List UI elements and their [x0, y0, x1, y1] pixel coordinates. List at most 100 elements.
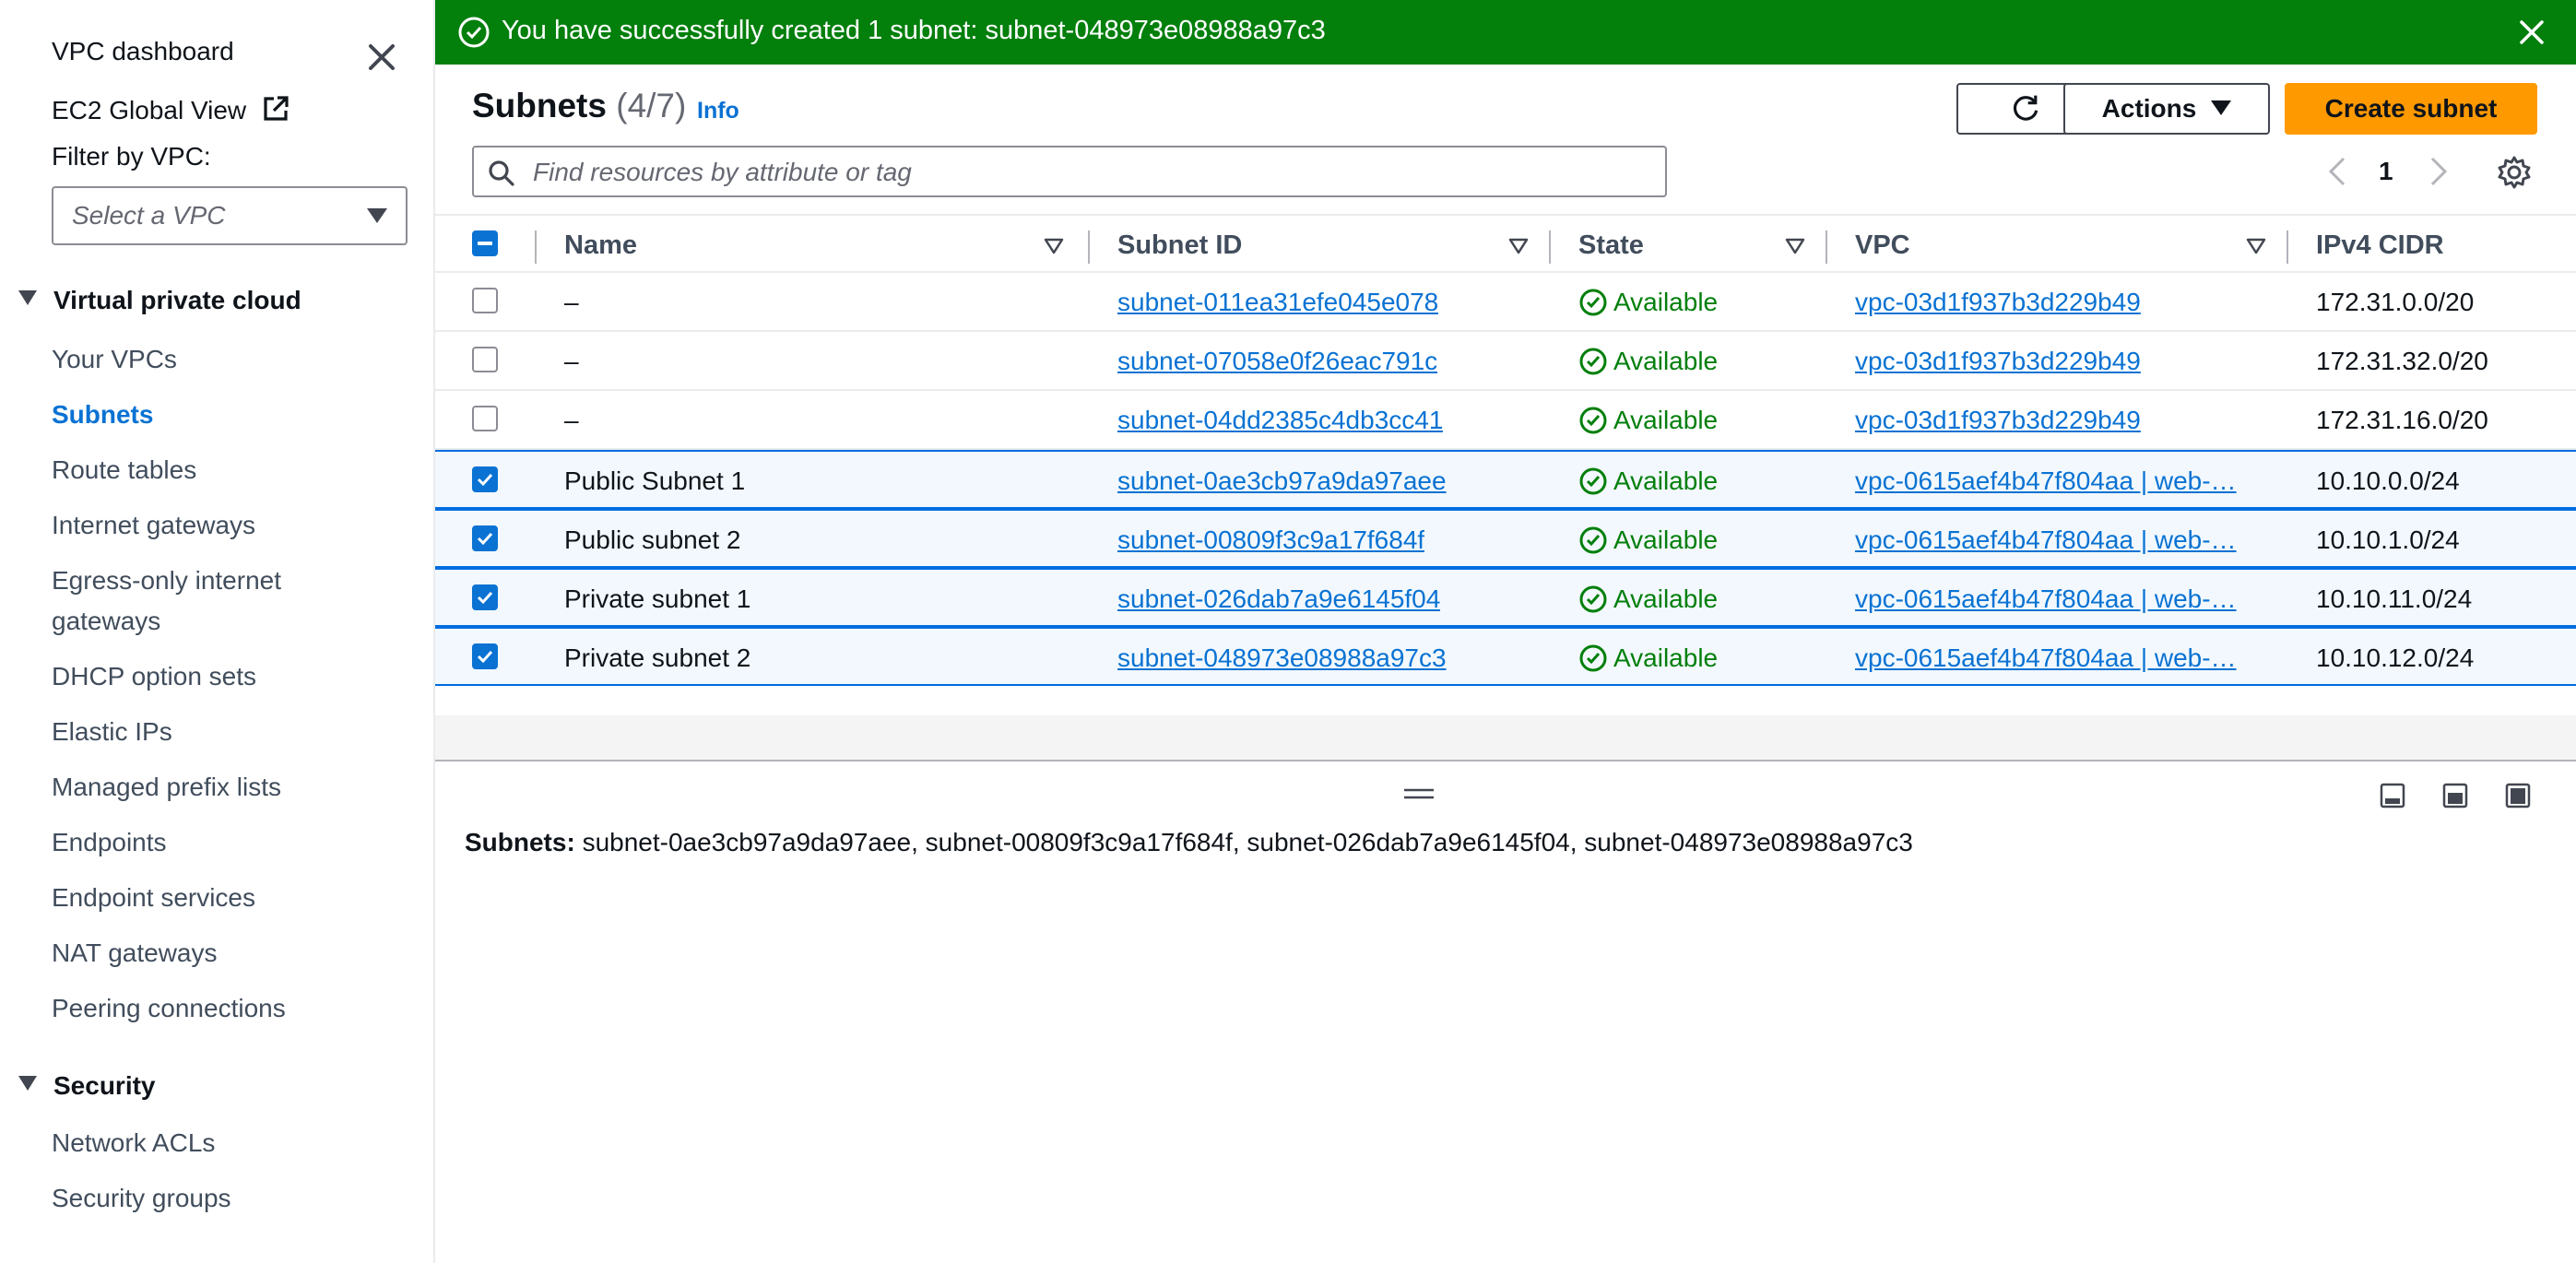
vpc-link[interactable]: vpc-0615aef4b47f804aa | web-… — [1855, 643, 2237, 673]
row-checkbox[interactable] — [472, 406, 498, 431]
nav-item-managed-prefix-lists[interactable]: Managed prefix lists — [52, 767, 281, 808]
section-title: Security — [53, 1071, 156, 1100]
search-icon — [489, 160, 514, 186]
nav-item-peering-connections[interactable]: Peering connections — [52, 988, 286, 1029]
row-checkbox[interactable] — [472, 466, 498, 492]
split-panel-bottom-icon[interactable] — [2379, 782, 2406, 809]
sort-icon[interactable] — [2246, 238, 2266, 254]
resize-handle-icon[interactable] — [1403, 787, 1435, 800]
vpc-link[interactable]: vpc-03d1f937b3d229b49 — [1855, 288, 2141, 317]
cell-state: Available — [1578, 466, 1718, 496]
table-row[interactable]: Public Subnet 1 subnet-0ae3cb97a9da97aee A… — [435, 450, 2576, 509]
vpc-link[interactable]: vpc-03d1f937b3d229b49 — [1855, 406, 2141, 435]
vpc-link[interactable]: vpc-0615aef4b47f804aa | web-… — [1855, 466, 2237, 496]
split-panel-side-icon[interactable] — [2441, 782, 2469, 809]
column-header-vpc[interactable]: VPC — [1855, 230, 1910, 261]
status-available-icon — [1579, 289, 1607, 316]
row-checkbox[interactable] — [472, 525, 498, 551]
cell-name: – — [564, 288, 579, 317]
cell-state-text: Available — [1613, 643, 1719, 672]
nav-item-dhcp-option-sets[interactable]: DHCP option sets — [52, 656, 256, 697]
subnet-id-link[interactable]: subnet-048973e08988a97c3 — [1117, 643, 1447, 673]
table-row[interactable]: Public subnet 2 subnet-00809f3c9a17f684f A… — [435, 509, 2576, 568]
vpc-link[interactable]: vpc-03d1f937b3d229b49 — [1855, 347, 2141, 376]
dismiss-icon[interactable] — [2515, 16, 2548, 49]
section-virtual-private-cloud[interactable]: Virtual private cloud — [18, 286, 301, 315]
cell-ipv4-cidr-text: 10.10.0.0/24 — [2316, 466, 2460, 495]
subnet-id-link-text: subnet-026dab7a9e6145f04 — [1117, 584, 1441, 613]
cell-ipv4-cidr-text: 172.31.16.0/20 — [2316, 406, 2488, 434]
caret-down-icon — [2211, 100, 2232, 115]
split-panel-full-icon[interactable] — [2504, 782, 2532, 809]
select-all-checkbox[interactable] — [472, 230, 498, 256]
title-text: Subnets — [472, 87, 607, 124]
caret-down-icon — [18, 290, 37, 305]
cell-ipv4-cidr-text: 10.10.11.0/24 — [2316, 584, 2473, 613]
gear-icon[interactable] — [2497, 155, 2532, 190]
create-subnet-button[interactable]: Create subnet — [2285, 83, 2537, 135]
table-footer — [435, 715, 2576, 761]
info-link[interactable]: Info — [697, 98, 739, 124]
cell-name: Public Subnet 1 — [564, 466, 745, 496]
table-row[interactable]: – subnet-011ea31efe045e078 Available vpc-03… — [435, 273, 2576, 332]
sort-icon[interactable] — [1785, 238, 1805, 254]
table-row[interactable]: Private subnet 1 subnet-026dab7a9e6145f04… — [435, 568, 2576, 627]
vpc-dashboard-link[interactable]: VPC dashboard — [52, 37, 234, 66]
chevron-left-icon[interactable] — [2323, 155, 2353, 188]
subnet-id-link[interactable]: subnet-07058e0f26eac791c — [1117, 347, 1437, 376]
column-header-name[interactable]: Name — [564, 230, 637, 261]
column-header-ipv4-cidr[interactable]: IPv4 CIDR — [2316, 230, 2444, 261]
row-checkbox[interactable] — [472, 288, 498, 313]
nav-item-network-acls[interactable]: Network ACLs — [52, 1123, 215, 1163]
cell-state-text: Available — [1613, 288, 1719, 316]
cell-name: Private subnet 1 — [564, 584, 750, 614]
nav-item-elastic-ips[interactable]: Elastic IPs — [52, 712, 172, 752]
subnet-id-link[interactable]: subnet-00809f3c9a17f684f — [1117, 525, 1424, 555]
nav-item-your-vpcs[interactable]: Your VPCs — [52, 339, 177, 380]
nav-item-route-tables[interactable]: Route tables — [52, 450, 196, 490]
subnet-id-link[interactable]: subnet-011ea31efe045e078 — [1117, 288, 1438, 317]
nav-item-endpoints[interactable]: Endpoints — [52, 822, 167, 863]
actions-dropdown-button[interactable]: Actions — [2063, 83, 2270, 135]
subnet-id-link-text: subnet-011ea31efe045e078 — [1117, 288, 1439, 316]
vpc-link-text: vpc-0615aef4b47f804aa | web-… — [1855, 643, 2237, 672]
nav-item-nat-gateways[interactable]: NAT gateways — [52, 933, 217, 974]
chevron-right-icon[interactable] — [2423, 155, 2452, 188]
vpc-filter-select[interactable]: Select a VPC — [52, 186, 408, 245]
vpc-link[interactable]: vpc-0615aef4b47f804aa | web-… — [1855, 584, 2237, 614]
table-row[interactable]: – subnet-04dd2385c4db3cc41 Available vpc-03… — [435, 391, 2576, 450]
nav-item-egress-only-internet-gateways[interactable]: Egress-only internet gateways — [52, 561, 384, 642]
search-field[interactable] — [472, 146, 1667, 197]
section-security[interactable]: Security — [18, 1071, 156, 1101]
subnet-id-link-text: subnet-00809f3c9a17f684f — [1117, 525, 1425, 554]
subnet-id-link[interactable]: subnet-026dab7a9e6145f04 — [1117, 584, 1440, 614]
column-header-subnet-id[interactable]: Subnet ID — [1117, 230, 1242, 261]
nav-item-internet-gateways[interactable]: Internet gateways — [52, 505, 255, 546]
page-number[interactable]: 1 — [2379, 157, 2393, 186]
cell-state: Available — [1578, 347, 1718, 376]
nav-item-endpoint-services[interactable]: Endpoint services — [52, 878, 255, 918]
cell-name-text: Public Subnet 1 — [564, 466, 746, 495]
filter-by-vpc-label: Filter by VPC: — [52, 142, 211, 171]
subnet-id-link[interactable]: subnet-04dd2385c4db3cc41 — [1117, 406, 1443, 435]
table-row[interactable]: Private subnet 2 subnet-048973e08988a97c3… — [435, 627, 2576, 686]
column-header-state[interactable]: State — [1578, 230, 1644, 261]
vpc-link[interactable]: vpc-0615aef4b47f804aa | web-… — [1855, 525, 2237, 555]
subnet-id-link-text: subnet-048973e08988a97c3 — [1117, 643, 1447, 672]
cell-ipv4-cidr: 10.10.0.0/24 — [2316, 466, 2460, 496]
nav-item-subnets[interactable]: Subnets — [52, 395, 153, 435]
row-checkbox[interactable] — [472, 584, 498, 610]
cell-name-text: Private subnet 1 — [564, 584, 751, 613]
ec2-global-view-link[interactable]: EC2 Global View — [52, 94, 290, 125]
sort-icon[interactable] — [1508, 238, 1529, 254]
sort-icon[interactable] — [1044, 238, 1064, 254]
row-checkbox[interactable] — [472, 643, 498, 669]
close-icon[interactable] — [363, 39, 400, 76]
subnet-id-link[interactable]: subnet-0ae3cb97a9da97aee — [1117, 466, 1447, 496]
row-checkbox[interactable] — [472, 347, 498, 372]
table-row[interactable]: – subnet-07058e0f26eac791c Available vpc-03… — [435, 332, 2576, 391]
vpc-filter-placeholder: Select a VPC — [72, 201, 226, 230]
search-input[interactable] — [533, 155, 1639, 190]
nav-item-security-groups[interactable]: Security groups — [52, 1178, 231, 1219]
cell-state-text: Available — [1613, 466, 1719, 495]
